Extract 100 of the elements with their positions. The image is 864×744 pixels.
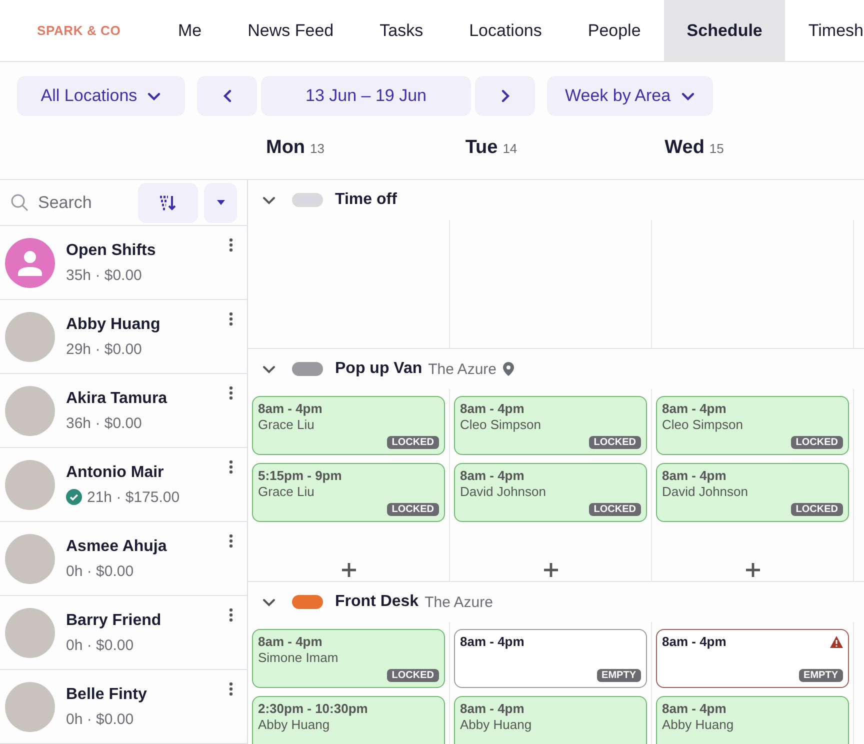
day-name: Mon (266, 136, 306, 158)
shift-employee: Cleo Simpson (662, 417, 744, 432)
shift-status-badge: LOCKED (588, 436, 641, 449)
shift-time: 2:30pm - 10:30pm (258, 701, 368, 716)
nav-tab[interactable]: Timesh (785, 0, 864, 61)
empty-shift-card[interactable]: 8am - 4pm EMPTY (454, 629, 647, 688)
nav-tab[interactable]: People (564, 0, 664, 61)
shift-employee: Grace Liu (258, 417, 316, 432)
person-row[interactable]: Open Shifts 35h · $0.00 (0, 226, 247, 300)
warning-icon (830, 636, 843, 648)
person-name: Belle Finty (66, 686, 147, 704)
hours-pay-summary: 0h · $0.00 (66, 710, 134, 728)
person-name: Akira Tamura (66, 390, 168, 408)
shift-card[interactable]: 8am - 4pm David Johnson LOCKED (656, 463, 849, 522)
location-dropdown[interactable]: All Locations (17, 76, 185, 116)
shift-time: 8am - 4pm (662, 468, 726, 483)
shift-status-badge: LOCKED (386, 436, 439, 449)
shift-time: 8am - 4pm (258, 634, 322, 649)
shift-time: 8am - 4pm (460, 701, 524, 716)
shift-status-badge: EMPTY (798, 669, 843, 682)
shift-time: 5:15pm - 9pm (258, 468, 342, 483)
avatar (5, 534, 55, 584)
shift-time: 8am - 4pm (460, 468, 524, 483)
nav-tab[interactable]: News Feed (224, 0, 357, 61)
shift-status-badge: LOCKED (790, 503, 843, 516)
day-name: Tue (465, 136, 498, 158)
chevron-down-icon[interactable] (262, 196, 276, 204)
chevron-left-icon (222, 89, 232, 103)
more-vertical-icon (229, 534, 233, 548)
shift-status-badge: LOCKED (386, 669, 439, 682)
shift-employee: Abby Huang (258, 717, 331, 732)
person-icon (17, 248, 43, 276)
chevron-down-icon (680, 92, 695, 100)
more-vertical-icon (229, 460, 233, 474)
shift-card[interactable]: 8am - 4pm Abby Huang (656, 696, 849, 744)
shift-status-badge: LOCKED (386, 503, 439, 516)
view-dropdown[interactable]: Week by Area (547, 76, 713, 116)
area-location: The Azure (424, 594, 493, 610)
shift-card[interactable]: 8am - 4pm Simone Imam LOCKED (252, 629, 445, 688)
more-vertical-icon (229, 386, 233, 400)
more-vertical-icon (229, 238, 233, 252)
shift-card[interactable]: 5:15pm - 9pm Grace Liu LOCKED (252, 463, 445, 522)
hours-pay-summary: 29h · $0.00 (66, 340, 142, 358)
shift-time: 8am - 4pm (662, 401, 726, 416)
shift-employee: Simone Imam (258, 650, 340, 665)
shift-card[interactable]: 2:30pm - 10:30pm Abby Huang (252, 696, 445, 744)
plus-icon (746, 563, 760, 577)
person-row[interactable]: Akira Tamura 36h · $0.00 (0, 374, 247, 448)
shift-card[interactable]: 8am - 4pm Cleo Simpson LOCKED (656, 396, 849, 455)
area-location: The Azure (428, 360, 496, 378)
person-name: Asmee Ahuja (66, 538, 167, 556)
shift-card[interactable]: 8am - 4pm Abby Huang (454, 696, 647, 744)
person-row[interactable]: Barry Friend 0h · $0.00 (0, 596, 247, 670)
nav-tab[interactable]: Tasks (356, 0, 446, 61)
person-row[interactable]: Abby Huang 29h · $0.00 (0, 300, 247, 374)
chevron-down-icon[interactable] (262, 598, 276, 606)
shift-time: 8am - 4pm (460, 634, 524, 649)
person-row[interactable]: Antonio Mair 21h · $175.00 (0, 448, 247, 522)
shift-employee: Abby Huang (662, 717, 735, 732)
person-row[interactable]: Belle Finty 0h · $0.00 (0, 670, 247, 744)
hours-pay-summary: 36h · $0.00 (66, 414, 142, 432)
avatar (5, 312, 55, 362)
area-name: Pop up Van (335, 360, 422, 378)
nav-tab[interactable]: Locations (446, 0, 565, 61)
nav-tab[interactable]: Me (155, 0, 225, 61)
day-date: 14 (502, 140, 518, 156)
shift-time: 8am - 4pm (460, 401, 524, 416)
person-name: Antonio Mair (66, 464, 164, 482)
person-row[interactable]: Asmee Ahuja 0h · $0.00 (0, 522, 247, 596)
shift-card[interactable]: 8am - 4pm Cleo Simpson LOCKED (454, 396, 647, 455)
shift-status-badge: LOCKED (790, 436, 843, 449)
hours-pay-summary: 0h · $0.00 (66, 562, 134, 580)
shift-employee: Abby Huang (460, 717, 533, 732)
shift-status-badge: LOCKED (588, 503, 641, 516)
shift-card[interactable]: 8am - 4pm Grace Liu LOCKED (252, 396, 445, 455)
empty-shift-card[interactable]: 8am - 4pm EMPTY (656, 629, 849, 688)
person-name: Barry Friend (66, 612, 162, 630)
hours-pay-summary: 35h · $0.00 (66, 266, 142, 284)
nav-tab[interactable]: Schedule (664, 0, 786, 61)
search-field[interactable]: Search (36, 192, 132, 214)
date-range-button[interactable]: 13 Jun – 19 Jun (261, 76, 471, 116)
sort-button[interactable] (138, 182, 198, 222)
shift-time: 8am - 4pm (258, 401, 322, 416)
caret-down-icon (216, 200, 226, 206)
shift-employee: Cleo Simpson (460, 417, 542, 432)
chevron-down-icon[interactable] (262, 364, 276, 374)
avatar (5, 608, 55, 658)
hours-pay-summary: 21h · $175.00 (87, 488, 180, 506)
shift-card[interactable]: 8am - 4pm David Johnson LOCKED (454, 463, 647, 522)
shift-employee: David Johnson (460, 484, 547, 499)
avatar (5, 682, 55, 732)
day-date: 15 (709, 140, 724, 156)
area-name: Time off (335, 191, 397, 209)
more-vertical-icon (229, 312, 233, 326)
plus-icon (342, 563, 356, 577)
sort-icon (159, 194, 177, 210)
shift-status-badge: EMPTY (596, 669, 641, 682)
area-name: Front Desk (335, 593, 419, 611)
search-icon (10, 192, 30, 212)
avatar (5, 386, 55, 436)
